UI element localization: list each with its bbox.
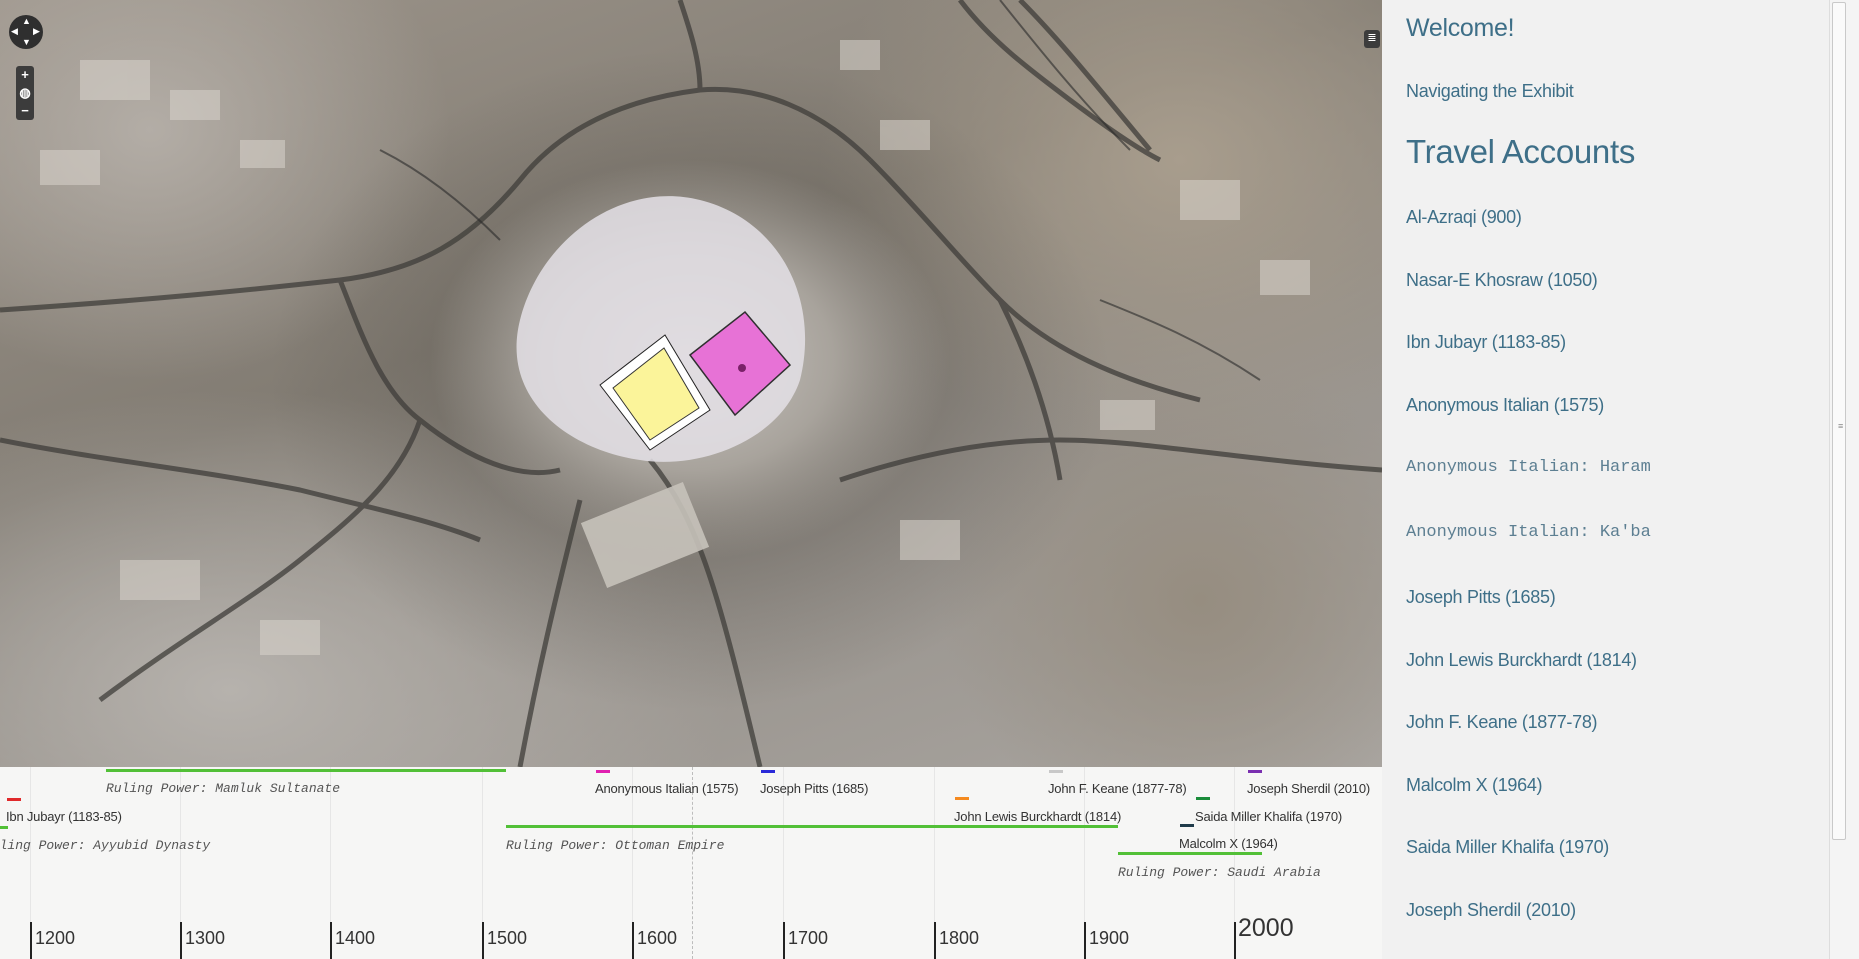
event-label-keane[interactable]: John F. Keane (1877-78) xyxy=(1048,781,1187,796)
era-bar-saudi[interactable] xyxy=(1118,852,1262,855)
map-terrain xyxy=(0,0,1382,767)
tick-mark xyxy=(180,922,182,959)
event-label-joseph-pitts[interactable]: Joseph Pitts (1685) xyxy=(760,781,868,796)
event-mark-malcolm-x[interactable] xyxy=(1180,824,1194,827)
scrollbar-thumb[interactable]: ≡ xyxy=(1832,2,1846,840)
tick-mark xyxy=(632,922,634,959)
tick-label: 1800 xyxy=(939,928,980,948)
timeline[interactable]: Ruling Power: Mamluk Sultanate Ruling Po… xyxy=(0,767,1382,959)
tick-label: 1400 xyxy=(335,928,376,948)
sidebar-scrollbar[interactable]: ≡ xyxy=(1829,0,1859,959)
tick-label: 1200 xyxy=(35,928,76,948)
sidebar-item-burckhardt[interactable]: John Lewis Burckhardt (1814) xyxy=(1406,650,1637,671)
sidebar-item-al-azraqi[interactable]: Al-Azraqi (900) xyxy=(1406,207,1522,228)
tick-mark xyxy=(30,922,32,959)
sidebar-item-anonymous-italian[interactable]: Anonymous Italian (1575) xyxy=(1406,395,1604,416)
sidebar-item-keane[interactable]: John F. Keane (1877-78) xyxy=(1406,712,1598,733)
tick-mark xyxy=(1234,922,1236,959)
era-label-saudi: Ruling Power: Saudi Arabia xyxy=(1118,865,1321,880)
event-mark-ibn-jubayr[interactable] xyxy=(7,798,21,801)
sidebar-item-joseph-sherdil[interactable]: Joseph Sherdil (2010) xyxy=(1406,900,1576,921)
zoom-in-button[interactable]: + xyxy=(16,66,34,84)
tick-mark xyxy=(1084,922,1086,959)
tick-mark xyxy=(934,922,936,959)
event-mark-anonymous-italian[interactable] xyxy=(596,770,610,773)
sidebar-item-joseph-pitts[interactable]: Joseph Pitts (1685) xyxy=(1406,587,1556,608)
event-label-joseph-sherdil[interactable]: Joseph Sherdil (2010) xyxy=(1247,781,1370,796)
era-bar-ayyubid[interactable] xyxy=(0,826,8,829)
tick-label: 1500 xyxy=(487,928,528,948)
sidebar-item-saida-miller-khalifa[interactable]: Saida Miller Khalifa (1970) xyxy=(1406,837,1609,858)
tick-label: 1700 xyxy=(788,928,829,948)
tick-mark xyxy=(783,922,785,959)
event-mark-joseph-pitts[interactable] xyxy=(761,770,775,773)
era-label-ayyubid: Ruling Power: Ayyubid Dynasty xyxy=(0,838,211,853)
event-label-ibn-jubayr[interactable]: Ibn Jubayr (1183-85) xyxy=(6,809,122,824)
pan-left-icon[interactable]: ◀ xyxy=(11,27,18,36)
tick-label: 1300 xyxy=(185,928,226,948)
tick-label: 2000 xyxy=(1238,914,1294,942)
event-mark-joseph-sherdil[interactable] xyxy=(1248,770,1262,773)
tick-label: 1900 xyxy=(1089,928,1130,948)
tick-label: 1600 xyxy=(637,928,678,948)
zoom-control: + ◍ − xyxy=(16,66,34,120)
pan-control[interactable]: ▲ ▼ ◀ ▶ xyxy=(9,15,43,49)
era-bar-ottoman[interactable] xyxy=(506,825,1118,828)
event-label-burckhardt[interactable]: John Lewis Burckhardt (1814) xyxy=(954,809,1121,824)
sidebar-item-nasar-e-khosraw[interactable]: Nasar-E Khosraw (1050) xyxy=(1406,270,1598,291)
welcome-link[interactable]: Welcome! xyxy=(1406,14,1515,43)
sidebar-item-anonymous-italian-haram[interactable]: Anonymous Italian: Haram xyxy=(1406,458,1651,477)
scrollbar-grip-icon: ≡ xyxy=(1838,421,1844,431)
travel-accounts-heading[interactable]: Travel Accounts xyxy=(1406,133,1635,171)
navigating-exhibit-link[interactable]: Navigating the Exhibit xyxy=(1406,81,1574,102)
pan-right-icon[interactable]: ▶ xyxy=(33,27,40,36)
sidebar-item-ibn-jubayr[interactable]: Ibn Jubayr (1183-85) xyxy=(1406,332,1566,353)
satellite-map[interactable]: ▲ ▼ ◀ ▶ + ◍ − ≣ xyxy=(0,0,1382,767)
tick-mark xyxy=(482,922,484,959)
event-label-saida-miller-khalifa[interactable]: Saida Miller Khalifa (1970) xyxy=(1195,809,1342,824)
pan-down-icon[interactable]: ▼ xyxy=(22,38,31,47)
event-mark-burckhardt[interactable] xyxy=(955,797,969,800)
era-bar-mamluk[interactable] xyxy=(106,769,506,772)
layers-icon[interactable]: ≣ xyxy=(1364,30,1380,48)
era-label-ottoman: Ruling Power: Ottoman Empire xyxy=(506,838,725,853)
event-mark-keane[interactable] xyxy=(1049,770,1063,773)
event-label-malcolm-x[interactable]: Malcolm X (1964) xyxy=(1179,836,1278,851)
event-mark-saida-miller-khalifa[interactable] xyxy=(1196,797,1210,800)
sidebar: Welcome! Navigating the Exhibit Travel A… xyxy=(1382,0,1829,959)
event-label-anonymous-italian[interactable]: Anonymous Italian (1575) xyxy=(595,781,739,796)
globe-icon[interactable]: ◍ xyxy=(16,84,34,102)
tick-mark xyxy=(330,922,332,959)
era-label-mamluk: Ruling Power: Mamluk Sultanate xyxy=(106,781,341,796)
sidebar-item-malcolm-x[interactable]: Malcolm X (1964) xyxy=(1406,775,1543,796)
zoom-out-button[interactable]: − xyxy=(16,102,34,120)
pan-up-icon[interactable]: ▲ xyxy=(22,17,31,26)
sidebar-item-anonymous-italian-kaaba[interactable]: Anonymous Italian: Ka'ba xyxy=(1406,523,1651,542)
